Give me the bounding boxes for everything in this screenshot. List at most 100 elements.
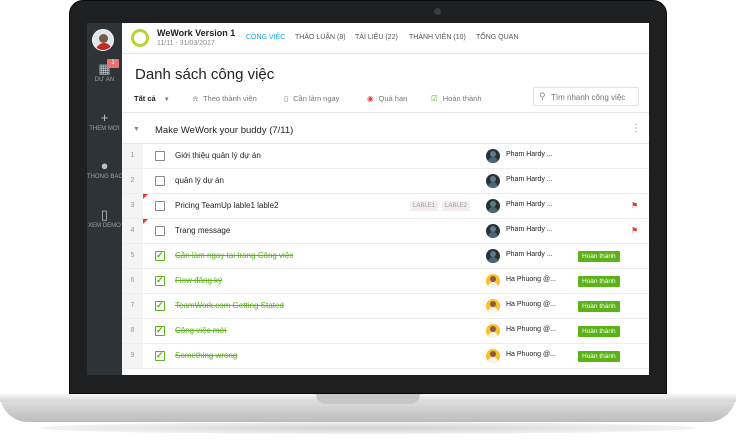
sidebar-item-notifications[interactable]: ● THÔNG BÁO — [87, 159, 122, 181]
search-input[interactable] — [549, 90, 637, 104]
task-row[interactable]: 8 Công việc mới Ha Phuong @... Hoàn thàn… — [122, 319, 649, 344]
row-number: 2 — [122, 169, 143, 193]
project-logo-icon — [131, 29, 149, 47]
row-number: 4 — [122, 219, 143, 243]
task-name[interactable]: Công việc mới — [175, 326, 226, 335]
chevron-down-icon[interactable]: ▼ — [133, 126, 140, 133]
sidebar: ▦ DỰ ÁN 1 + THÊM MỚI ● THÔNG BÁO ▯ XEM D… — [87, 23, 122, 375]
status-badge: Hoàn thành — [578, 351, 620, 362]
task-checkbox[interactable] — [155, 176, 165, 186]
task-row[interactable]: 7 TeamWork.com Getting Stated Ha Phuong … — [122, 294, 649, 319]
filter-urgent[interactable]: ▯ Cần làm ngay — [284, 94, 339, 103]
flag-icon[interactable]: ⚑ — [631, 226, 638, 235]
priority-corner-marker — [143, 194, 148, 199]
more-options-icon[interactable]: ⋮ — [631, 123, 641, 134]
tab-overview[interactable]: TỔNG QUAN — [476, 34, 518, 41]
task-checkbox[interactable] — [155, 201, 165, 211]
top-bar: WeWork Version 1 11/11 - 31/03/2017 CÔNG… — [122, 23, 649, 54]
task-group-title: Make WeWork your buddy (7/11) — [155, 125, 294, 136]
search-icon: ⚲ — [539, 91, 546, 101]
task-checkbox[interactable] — [155, 250, 165, 261]
task-checkbox[interactable] — [155, 300, 165, 311]
globe-icon: ● — [100, 158, 109, 173]
laptop-shadow — [40, 422, 696, 434]
assignee-name: Pham Hardy ... — [506, 176, 553, 183]
task-checkbox[interactable] — [155, 275, 165, 286]
task-row[interactable]: 6 Flow đăng ký Ha Phuong @... Hoàn thành — [122, 269, 649, 294]
status-badge: Hoàn thành — [578, 276, 620, 287]
assignee-avatar — [486, 349, 500, 363]
assignee-avatar — [486, 149, 500, 163]
assignee-name: Ha Phuong @... — [506, 326, 556, 333]
task-name[interactable]: TeamWork.com Getting Stated — [175, 301, 284, 310]
sidebar-item-label: THÔNG BÁO — [87, 174, 122, 180]
assignee-name: Pham Hardy ... — [506, 201, 553, 208]
webcam — [434, 8, 441, 15]
avatar-body — [96, 43, 112, 50]
task-label-tag[interactable]: LABLE2 — [442, 201, 471, 211]
task-row[interactable]: 4 Trang message Pham Hardy ... ⚑ — [122, 219, 649, 244]
task-name[interactable]: Giới thiệu quản lý dự án — [175, 151, 261, 160]
tab-documents[interactable]: TÀI LIỆU (22) — [355, 34, 398, 41]
task-name[interactable]: Pricing TeamUp lable1 lable2 — [175, 201, 278, 210]
assignee-name: Ha Phuong @... — [506, 351, 556, 358]
user-avatar[interactable] — [92, 29, 114, 51]
tab-discussions[interactable]: THẢO LUẬN (8) — [295, 34, 346, 41]
assignee-avatar — [486, 274, 500, 288]
assignee-name: Pham Hardy ... — [506, 226, 553, 233]
task-row[interactable]: 1 Giới thiệu quản lý dự án Pham Hardy ..… — [122, 144, 649, 169]
filter-label: Hoàn thành — [442, 94, 482, 103]
filter-bar: Tất cả ▼ ⍾ Theo thành viên ▯ Cần làm ngay … — [122, 87, 649, 113]
assignee-name: Pham Hardy ... — [506, 251, 553, 258]
task-name[interactable]: quản lý dự án — [175, 176, 224, 185]
avatar-face — [99, 34, 108, 43]
filter-by-member[interactable]: ⍾ Theo thành viên — [193, 94, 257, 104]
row-number: 3 — [122, 194, 143, 218]
assignee-avatar — [486, 324, 500, 338]
tab-members[interactable]: THÀNH VIÊN (10) — [409, 34, 466, 41]
sidebar-item-demo[interactable]: ▯ XEM DEMO — [87, 208, 122, 230]
sidebar-item-add-new[interactable]: + THÊM MỚI — [87, 111, 122, 133]
task-name[interactable]: Something wrong — [175, 351, 237, 360]
bell-icon: ⍾ — [193, 94, 198, 103]
task-checkbox[interactable] — [155, 151, 165, 161]
task-name[interactable]: Cần làm ngay tại trang Công việc — [175, 251, 293, 260]
projects-count-badge: 1 — [107, 59, 119, 68]
sidebar-item-label: THÊM MỚI — [89, 126, 120, 132]
row-number: 6 — [122, 269, 143, 293]
task-row[interactable]: 9 Something wrong Ha Phuong @... Hoàn th… — [122, 344, 649, 369]
plus-icon: + — [100, 110, 109, 125]
status-badge: Hoàn thành — [578, 326, 620, 337]
sidebar-item-label: XEM DEMO — [88, 223, 121, 229]
tab-tasks[interactable]: CÔNG VIỆC — [246, 34, 285, 41]
filter-label: Theo thành viên — [202, 94, 257, 103]
row-number: 1 — [122, 144, 143, 168]
task-name[interactable]: Trang message — [175, 226, 230, 235]
flag-icon[interactable]: ⚑ — [631, 201, 638, 210]
bookmark-icon: ▯ — [100, 207, 109, 222]
row-number: 7 — [122, 294, 143, 318]
task-name[interactable]: Flow đăng ký — [175, 276, 222, 285]
filter-overdue[interactable]: ◉ Quá hạn — [367, 94, 407, 103]
task-group-header[interactable]: ▼ Make WeWork your buddy (7/11) ⋮ — [122, 120, 649, 144]
row-number: 9 — [122, 344, 143, 368]
project-name[interactable]: WeWork Version 1 — [157, 28, 235, 38]
task-checkbox[interactable] — [155, 226, 165, 236]
assignee-avatar — [486, 199, 500, 213]
task-row[interactable]: 5 Cần làm ngay tại trang Công việc Pham … — [122, 244, 649, 269]
task-label-tag[interactable]: LABLE1 — [410, 201, 439, 211]
filter-all-dropdown[interactable]: Tất cả ▼ — [134, 94, 170, 103]
check-icon: ☑ — [431, 94, 438, 103]
assignee-name: Pham Hardy ... — [506, 151, 553, 158]
search-box: ⚲ — [533, 87, 639, 106]
page-title: Danh sách công việc — [135, 66, 275, 83]
task-row[interactable]: 2 quản lý dự án Pham Hardy ... — [122, 169, 649, 194]
row-number: 5 — [122, 244, 143, 268]
task-checkbox[interactable] — [155, 350, 165, 361]
filter-label: Cần làm ngay — [293, 94, 340, 103]
row-number: 8 — [122, 319, 143, 343]
filter-completed[interactable]: ☑ Hoàn thành — [431, 94, 482, 103]
task-checkbox[interactable] — [155, 325, 165, 336]
task-row[interactable]: 3 Pricing TeamUp lable1 lable2 LABLE1 LA… — [122, 194, 649, 219]
assignee-avatar — [486, 174, 500, 188]
